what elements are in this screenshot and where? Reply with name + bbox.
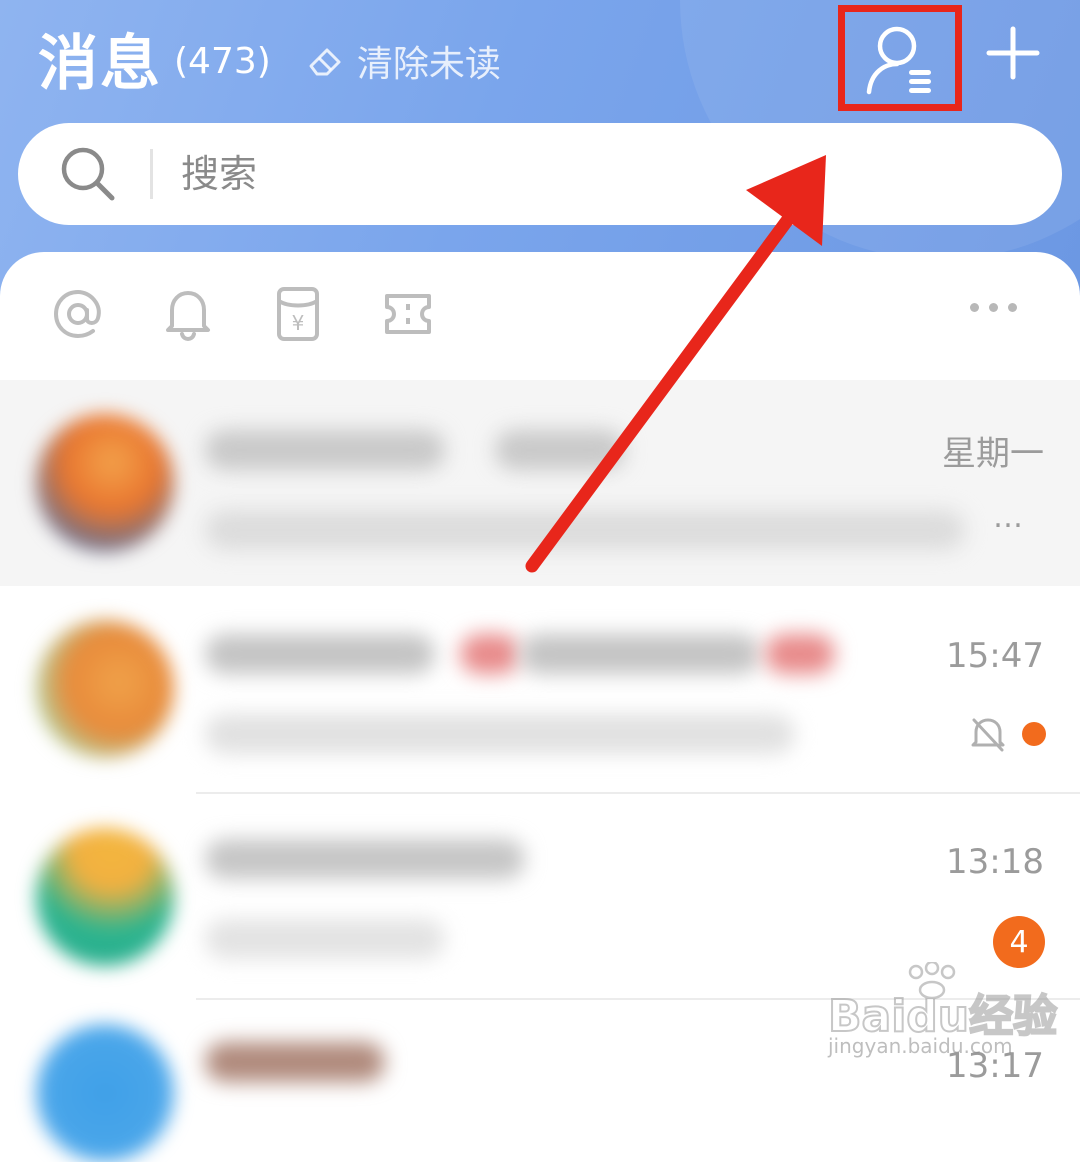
contact-name-blurred — [205, 1042, 385, 1082]
search-icon — [58, 144, 118, 204]
search-input[interactable] — [179, 151, 983, 197]
avatar — [36, 414, 174, 552]
eraser-icon — [309, 48, 341, 76]
contact-name-blurred — [205, 430, 445, 470]
avatar — [36, 828, 174, 966]
svg-text:¥: ¥ — [292, 311, 305, 335]
clear-unread-button[interactable]: 清除未读 — [307, 35, 501, 87]
quick-actions-row: ¥ — [0, 256, 1080, 376]
conversation-time: 15:47 — [946, 636, 1044, 676]
conversation-time: 星期一 — [942, 434, 1044, 474]
preview-ellipsis: … — [993, 500, 1026, 535]
watermark-sub: jingyan.baidu.com — [828, 1034, 1013, 1058]
contact-name-blurred — [520, 634, 760, 674]
mention-icon[interactable] — [50, 286, 106, 342]
contact-name-blurred — [205, 634, 435, 674]
contact-name-blurred — [205, 839, 525, 879]
message-preview-blurred — [205, 919, 445, 959]
red-envelope-icon[interactable]: ¥ — [270, 286, 326, 342]
unread-dot — [1022, 722, 1046, 746]
conversation-item[interactable]: 15:47 — [0, 586, 1080, 792]
unread-count-badge: 4 — [993, 916, 1045, 968]
bell-icon[interactable] — [160, 286, 216, 342]
page-title: 消息 — [38, 28, 162, 99]
message-preview-blurred — [205, 510, 965, 550]
add-button[interactable] — [978, 18, 1048, 88]
search-bar[interactable] — [18, 123, 1062, 225]
muted-bell-icon — [971, 718, 1005, 752]
conversation-time: 13:18 — [946, 842, 1044, 882]
contact-name-blurred — [495, 430, 625, 470]
clear-unread-label: 清除未读 — [356, 44, 501, 85]
contact-name-blurred — [460, 634, 520, 674]
plus-icon — [986, 26, 1040, 80]
unread-total-count: (473) — [174, 40, 271, 82]
avatar — [36, 1024, 174, 1162]
ticket-icon[interactable] — [380, 286, 436, 342]
watermark: Baidu经验 jingyan.baidu.com — [827, 962, 1068, 1062]
conversation-item[interactable]: 星期一 … — [0, 380, 1080, 586]
message-preview-blurred — [205, 714, 795, 754]
contact-name-blurred — [765, 634, 835, 674]
search-divider — [150, 149, 153, 199]
highlight-box — [838, 5, 962, 111]
avatar — [36, 620, 174, 758]
more-dots-icon[interactable] — [970, 303, 1017, 312]
title-row: 消息 (473) 清除未读 — [38, 18, 501, 99]
